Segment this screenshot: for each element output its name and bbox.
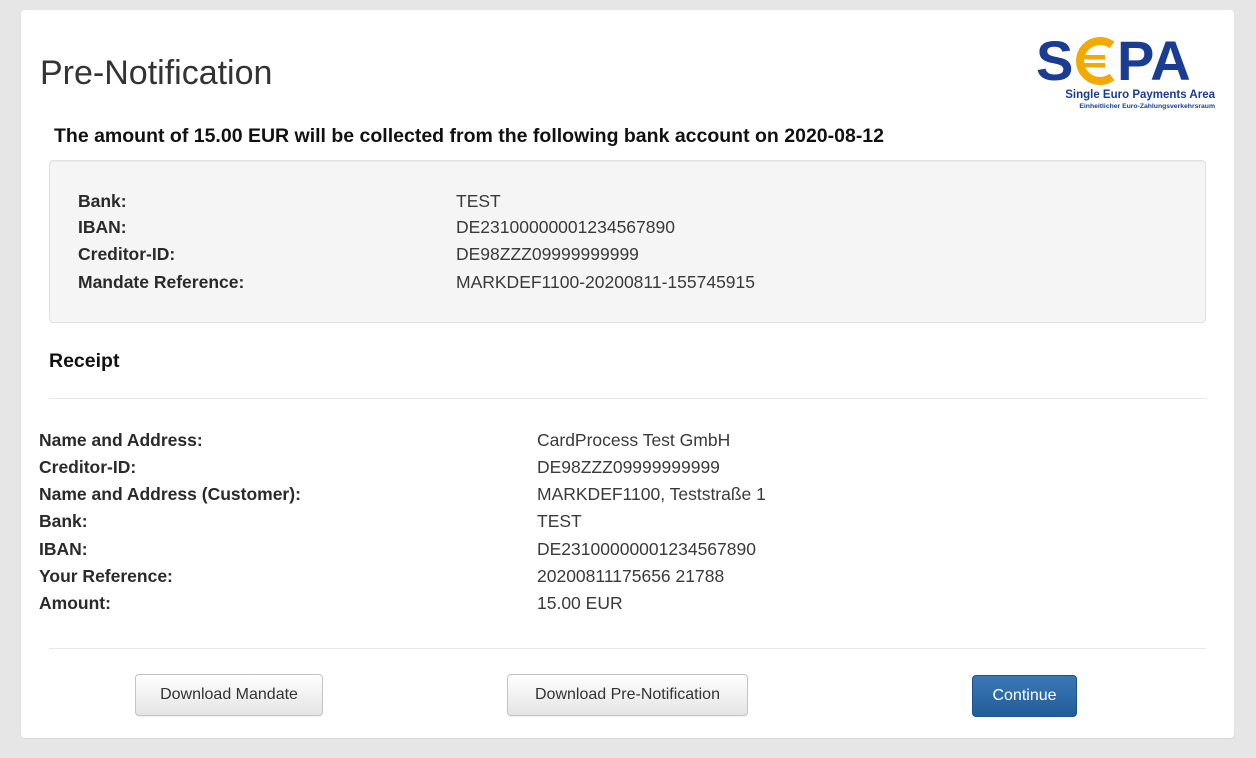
account-iban-label: IBAN: [78, 217, 127, 237]
receipt-your-reference-value: 20200811175656 21788 [537, 566, 725, 586]
receipt-creditor-id-label: Creditor-ID: [39, 457, 137, 477]
actions-divider [49, 648, 1206, 649]
account-details-panel: Bank: TEST IBAN: DE23100000001234567890 … [49, 160, 1206, 323]
account-bank-value: TEST [456, 191, 501, 211]
account-mandate-reference-value: MARKDEF1100-20200811-155745915 [456, 272, 756, 292]
receipt-name-address-value: CardProcess Test GmbH [537, 430, 731, 450]
receipt-divider [49, 398, 1206, 399]
download-pre-notification-button[interactable]: Download Pre-Notification [507, 674, 748, 716]
sepa-subtagline: Einheitlicher Euro-Zahlungsverkehrsraum [1079, 103, 1215, 110]
receipt-bank-label: Bank: [39, 511, 88, 531]
sepa-logo-s: S [1036, 32, 1073, 92]
receipt-creditor-id-value: DE98ZZZ09999999999 [537, 457, 720, 477]
continue-button[interactable]: Continue [972, 675, 1077, 717]
page-title: Pre-Notification [40, 54, 273, 92]
account-bank-label: Bank: [78, 191, 127, 211]
receipt-iban-label: IBAN: [39, 539, 88, 559]
sepa-logo-pa: PA [1117, 32, 1191, 92]
receipt-amount-label: Amount: [39, 593, 111, 613]
collection-headline: The amount of 15.00 EUR will be collecte… [54, 125, 884, 147]
receipt-bank-value: TEST [537, 511, 582, 531]
receipt-customer-address-value: MARKDEF1100, Teststraße 1 [537, 484, 766, 504]
account-iban-value: DE23100000001234567890 [456, 217, 675, 237]
euro-symbol-icon [1076, 37, 1115, 85]
receipt-heading: Receipt [49, 350, 120, 372]
receipt-name-address-label: Name and Address: [39, 430, 203, 450]
sepa-tagline: Single Euro Payments Area [1065, 89, 1215, 101]
account-mandate-reference-label: Mandate Reference: [78, 272, 245, 292]
account-creditor-id-value: DE98ZZZ09999999999 [456, 244, 639, 264]
account-creditor-id-label: Creditor-ID: [78, 244, 176, 264]
receipt-iban-value: DE23100000001234567890 [537, 539, 756, 559]
sepa-logo: S PA Single Euro Payments Area Einheitli… [1034, 32, 1217, 110]
receipt-customer-address-label: Name and Address (Customer): [39, 484, 301, 504]
receipt-your-reference-label: Your Reference: [39, 566, 173, 586]
main-card: Pre-Notification S PA Single Euro Paymen… [21, 10, 1234, 738]
receipt-amount-value: 15.00 EUR [537, 593, 623, 613]
download-mandate-button[interactable]: Download Mandate [135, 674, 323, 716]
